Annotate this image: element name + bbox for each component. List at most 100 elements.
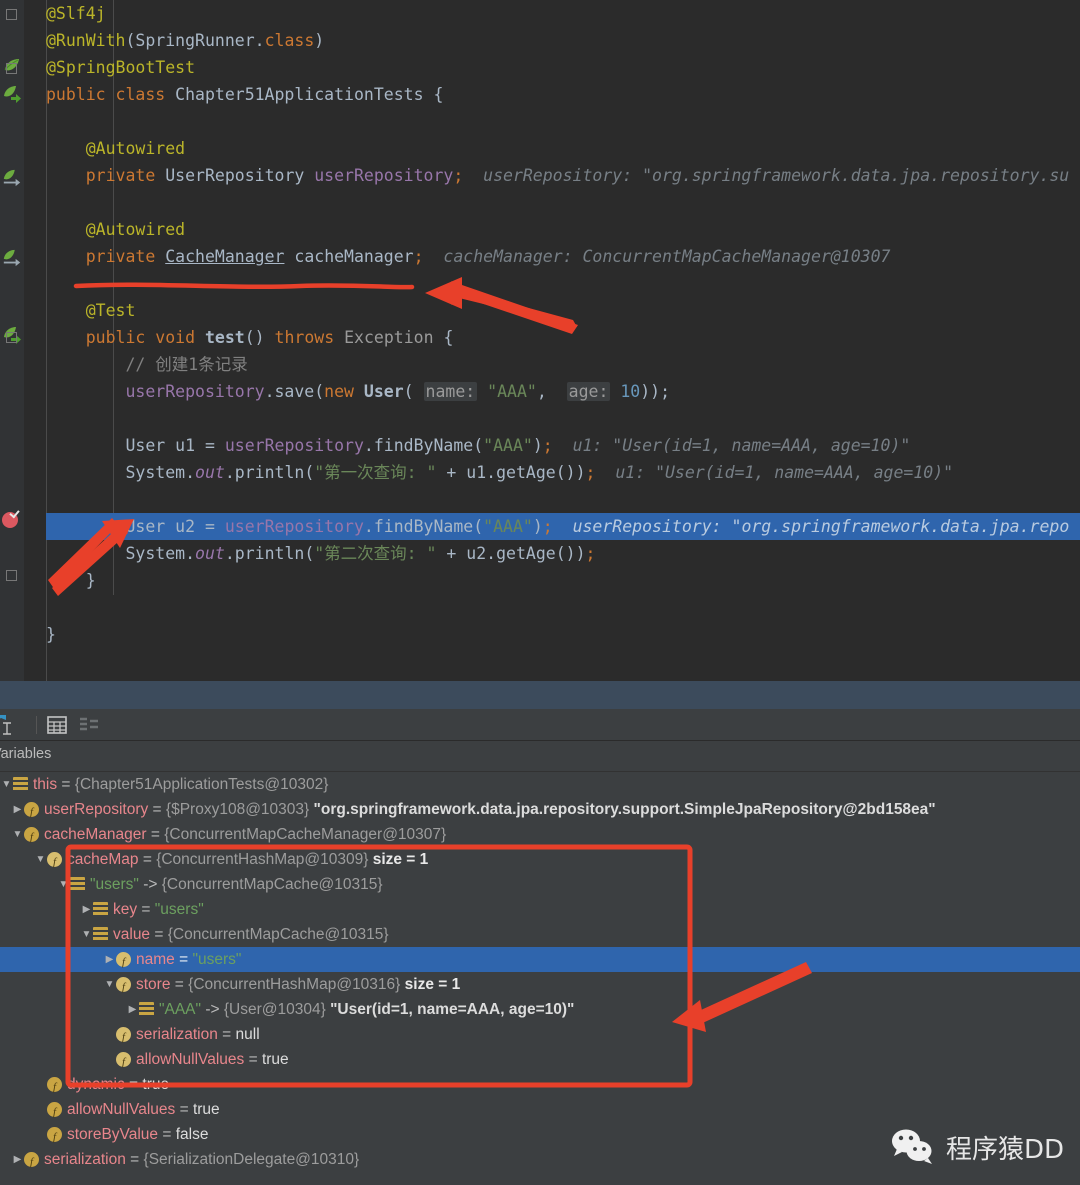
variable-row[interactable]: ▼ value = {ConcurrentMapCache@10315} <box>0 922 1080 947</box>
table-view-icon[interactable] <box>46 714 68 736</box>
code-line[interactable]: } <box>46 621 1080 648</box>
variable-row[interactable]: ▶ "AAA" -> {User@10304} "User(id=1, name=… <box>0 997 1080 1022</box>
variable-value: true <box>142 1076 170 1093</box>
tab-variables[interactable]: Variables <box>0 746 51 762</box>
variable-row[interactable]: ▼ this = {Chapter51ApplicationTests@10302… <box>0 772 1080 797</box>
watermark: 程序猿DD <box>890 1127 1064 1167</box>
expand-arrow-closed-icon[interactable]: ▶ <box>80 897 93 922</box>
debugger-panel[interactable]: Variables ▼ this = {Chapter51ApplicationT… <box>0 709 1080 1185</box>
code-lines[interactable]: @Slf4j @RunWith(SpringRunner.class) @Spr… <box>46 0 1080 681</box>
assignment-operator: = <box>175 1101 193 1118</box>
code-line[interactable]: @Autowired <box>46 216 1080 243</box>
expand-arrow-open-icon[interactable]: ▼ <box>57 872 70 897</box>
code-line[interactable]: @SpringBootTest <box>46 54 1080 81</box>
object-reference: {$Proxy108@10303} <box>165 801 310 818</box>
fold-marker-springboottest[interactable] <box>6 63 17 74</box>
variable-row[interactable]: ▶ key = "users" <box>0 897 1080 922</box>
watermark-text: 程序猿DD <box>945 1134 1064 1165</box>
code-line[interactable]: System.out.println("第一次查询: " + u1.getAge… <box>46 459 1080 486</box>
assignment-operator: = <box>124 1076 143 1093</box>
code-line[interactable]: public class Chapter51ApplicationTests { <box>46 81 1080 108</box>
collection-size: size = 1 <box>400 976 461 993</box>
spring-navigate-icon[interactable] <box>2 84 22 104</box>
variables-tree[interactable]: ▼ this = {Chapter51ApplicationTests@10302… <box>0 772 1080 1185</box>
code-line[interactable]: @RunWith(SpringRunner.class) <box>46 27 1080 54</box>
code-line[interactable]: User u1 = userRepository.findByName("AAA… <box>46 432 1080 459</box>
code-line[interactable]: userRepository.save(new User( name: "AAA… <box>46 378 1080 405</box>
code-line[interactable]: @Autowired <box>46 135 1080 162</box>
inline-hint-userrepository: userRepository: "org.springframework.dat… <box>483 166 1070 185</box>
spring-autowired-icon[interactable] <box>2 168 22 188</box>
variable-row[interactable]: dynamic = true <box>0 1072 1080 1100</box>
expand-arrow-closed-icon[interactable]: ▶ <box>103 947 116 972</box>
variable-name: value <box>113 926 151 943</box>
code-line[interactable]: public void test() throws Exception { <box>46 324 1080 351</box>
code-line-highlighted[interactable]: User u2 = userRepository.findByName("AAA… <box>46 513 1080 540</box>
expand-arrow-open-icon[interactable]: ▼ <box>80 922 93 947</box>
param-hint-name: name: <box>423 382 478 401</box>
fold-marker-class[interactable] <box>6 9 17 20</box>
variable-value: "User(id=1, name=AAA, age=10)" <box>325 1001 575 1018</box>
expand-arrow-closed-icon[interactable]: ▶ <box>11 797 24 822</box>
expand-arrow-open-icon[interactable]: ▼ <box>11 822 24 847</box>
variable-name: dynamic <box>67 1076 125 1093</box>
field-icon <box>24 800 39 825</box>
group-by-icon[interactable] <box>78 714 100 736</box>
code-folding-rail[interactable] <box>24 0 46 681</box>
text-cursor-icon[interactable] <box>0 714 20 736</box>
expand-arrow-open-icon[interactable]: ▼ <box>103 972 116 997</box>
variable-row[interactable]: ▼ "users" -> {ConcurrentMapCache@10315} <box>0 872 1080 897</box>
code-line[interactable]: @Slf4j <box>46 0 1080 27</box>
assignment-operator: = <box>244 1051 262 1068</box>
variable-row[interactable]: ▶ userRepository = {$Proxy108@10303} "org… <box>0 797 1080 825</box>
assignment-operator: = <box>174 951 193 968</box>
object-reference: {ConcurrentMapCache@10315} <box>167 926 389 943</box>
code-line-comment[interactable]: // 创建1条记录 <box>46 351 1080 378</box>
variable-row[interactable]: ▼ cacheMap = {ConcurrentHashMap@10309} si… <box>0 847 1080 875</box>
variable-name: key <box>113 901 138 918</box>
collection-size: size = 1 <box>368 851 429 868</box>
expand-arrow-open-icon[interactable]: ▼ <box>34 847 47 872</box>
variable-row[interactable]: serialization = null <box>0 1022 1080 1050</box>
code-line[interactable]: System.out.println("第二次查询: " + u2.getAge… <box>46 540 1080 567</box>
debug-panel-header-band <box>0 681 1080 709</box>
variable-name: cacheMap <box>67 851 139 868</box>
variable-name: "AAA" <box>159 1001 202 1018</box>
assignment-operator: = <box>150 926 168 943</box>
variable-row[interactable]: allowNullValues = true <box>0 1097 1080 1125</box>
variable-row[interactable]: allowNullValues = true <box>0 1047 1080 1075</box>
field-icon <box>47 850 62 875</box>
code-line[interactable]: } <box>46 567 1080 594</box>
map-entry-icon <box>70 877 85 892</box>
breakpoint-icon[interactable] <box>2 512 18 528</box>
field-icon <box>116 1050 131 1075</box>
variable-row[interactable]: ▼ cacheManager = {ConcurrentMapCacheManag… <box>0 822 1080 850</box>
variable-row[interactable]: ▼ store = {ConcurrentHashMap@10316} size … <box>0 972 1080 1000</box>
assignment-operator: = <box>125 1151 144 1168</box>
spring-autowired-icon-2[interactable] <box>2 248 22 268</box>
inline-hint-cachemanager: cacheManager: ConcurrentMapCacheManager@… <box>443 247 891 266</box>
variable-row[interactable]: ▶ name = "users" <box>0 947 1080 975</box>
expand-arrow-closed-icon[interactable]: ▶ <box>126 997 139 1022</box>
field-icon <box>47 1100 62 1125</box>
code-line[interactable]: private CacheManager cacheManager; cache… <box>46 243 1080 270</box>
fold-marker-method-end[interactable] <box>6 570 17 581</box>
param-hint-age: age: <box>566 382 611 401</box>
debugger-toolbar[interactable] <box>0 709 1080 741</box>
assignment-operator: = <box>138 851 157 868</box>
variable-name: store <box>136 976 171 993</box>
code-line[interactable]: @Test <box>46 297 1080 324</box>
field-icon <box>24 825 39 850</box>
assignment-operator: = <box>217 1026 236 1043</box>
expand-arrow-closed-icon[interactable]: ▶ <box>11 1147 24 1172</box>
object-reference: {ConcurrentMapCache@10315} <box>161 876 383 893</box>
expand-arrow-open-icon[interactable]: ▼ <box>0 772 13 797</box>
assignment-operator: = <box>158 1126 176 1143</box>
code-editor[interactable]: @Slf4j @RunWith(SpringRunner.class) @Spr… <box>0 0 1080 681</box>
debugger-tab-row[interactable]: Variables <box>0 741 1080 772</box>
variable-value: true <box>192 1101 220 1118</box>
code-line[interactable]: private UserRepository userRepository; u… <box>46 162 1080 189</box>
fold-marker-method[interactable] <box>6 332 17 343</box>
